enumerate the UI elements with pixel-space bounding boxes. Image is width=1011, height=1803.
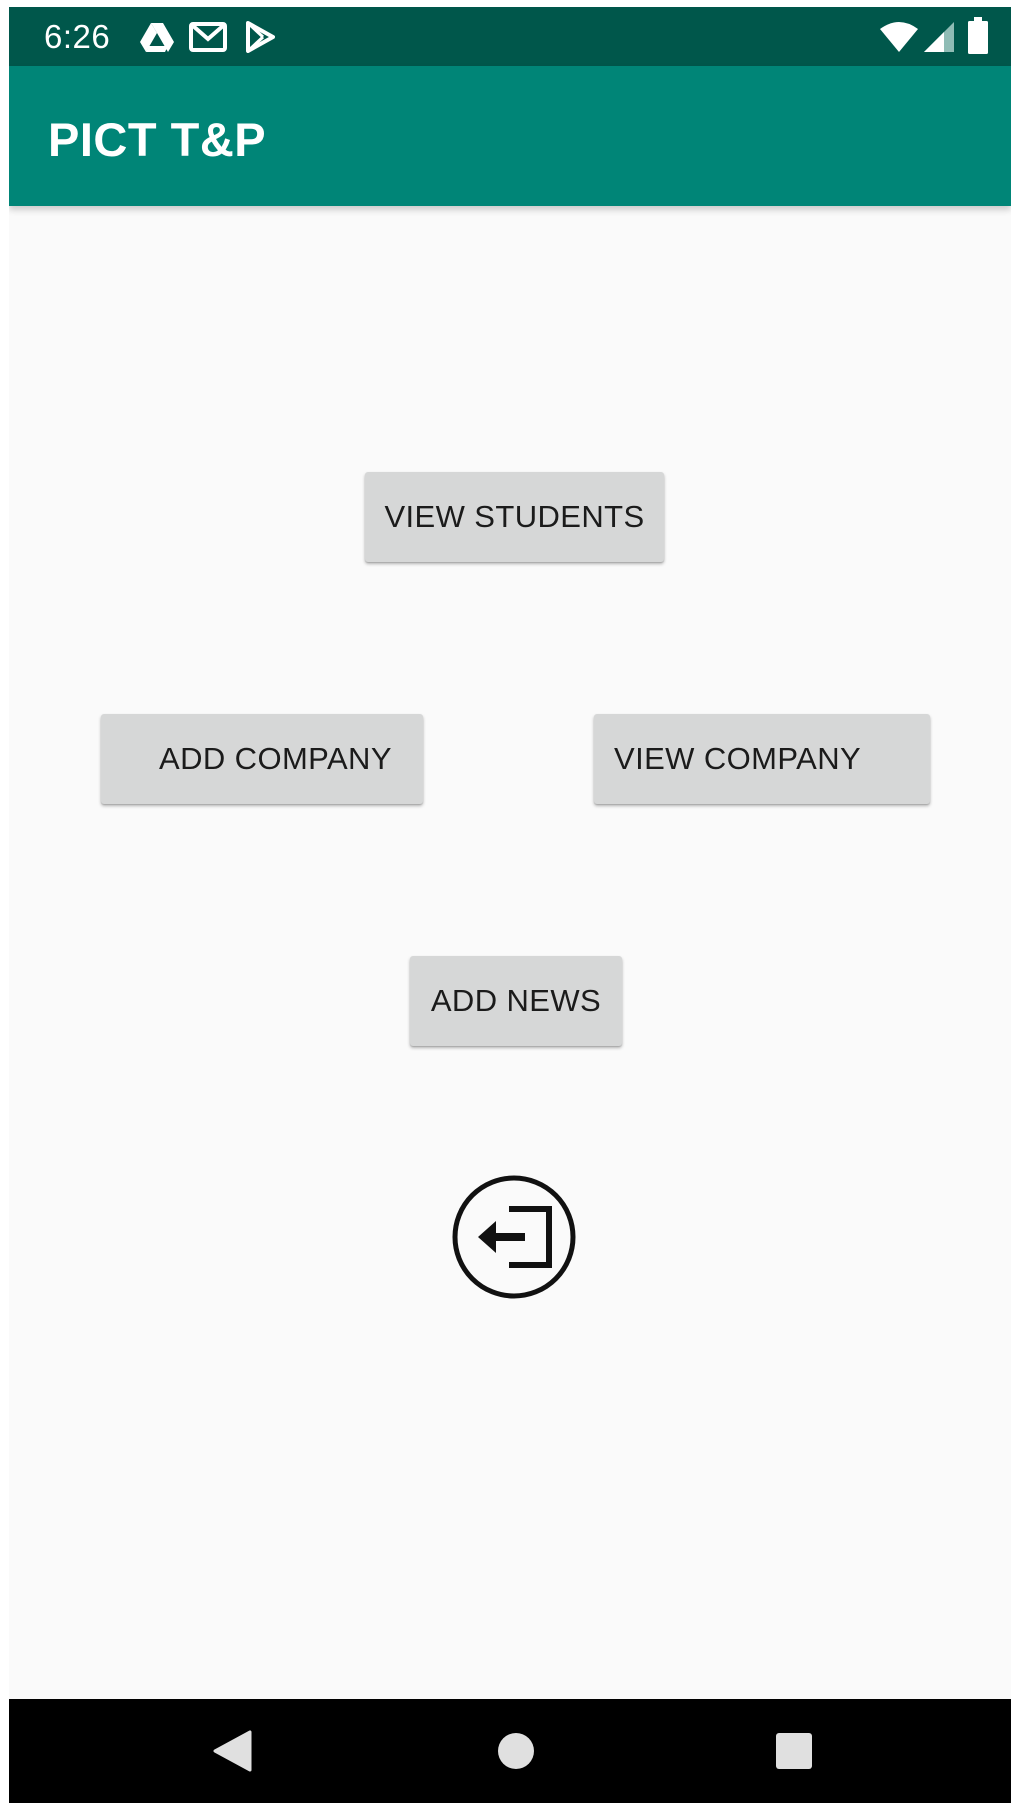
- home-icon[interactable]: [497, 1732, 535, 1770]
- view-students-button[interactable]: VIEW STUDENTS: [365, 472, 664, 562]
- navigation-bar: [9, 1699, 1011, 1803]
- recents-icon[interactable]: [775, 1732, 813, 1770]
- add-news-button[interactable]: ADD NEWS: [410, 956, 622, 1046]
- app-bar: PICT T&P: [9, 66, 1011, 206]
- drive-icon: [140, 23, 174, 52]
- play-store-icon: [246, 21, 275, 53]
- battery-icon: [968, 17, 988, 54]
- wifi-icon: [880, 22, 918, 52]
- app-title: PICT T&P: [48, 113, 267, 166]
- signal-icon: [924, 22, 954, 52]
- view-company-button[interactable]: VIEW COMPANY: [594, 714, 930, 804]
- app-screen: 6:26 PICT T&P VIEW STUDENTS ADD COMPANY …: [9, 7, 1011, 1803]
- main-content: VIEW STUDENTS ADD COMPANY VIEW COMPANY A…: [9, 206, 1011, 1699]
- logout-icon[interactable]: [452, 1175, 576, 1299]
- back-icon[interactable]: [212, 1730, 252, 1772]
- gmail-icon: [189, 22, 227, 52]
- status-time: 6:26: [44, 18, 111, 55]
- add-company-button[interactable]: ADD COMPANY: [101, 714, 423, 804]
- status-bar: 6:26: [9, 7, 1011, 66]
